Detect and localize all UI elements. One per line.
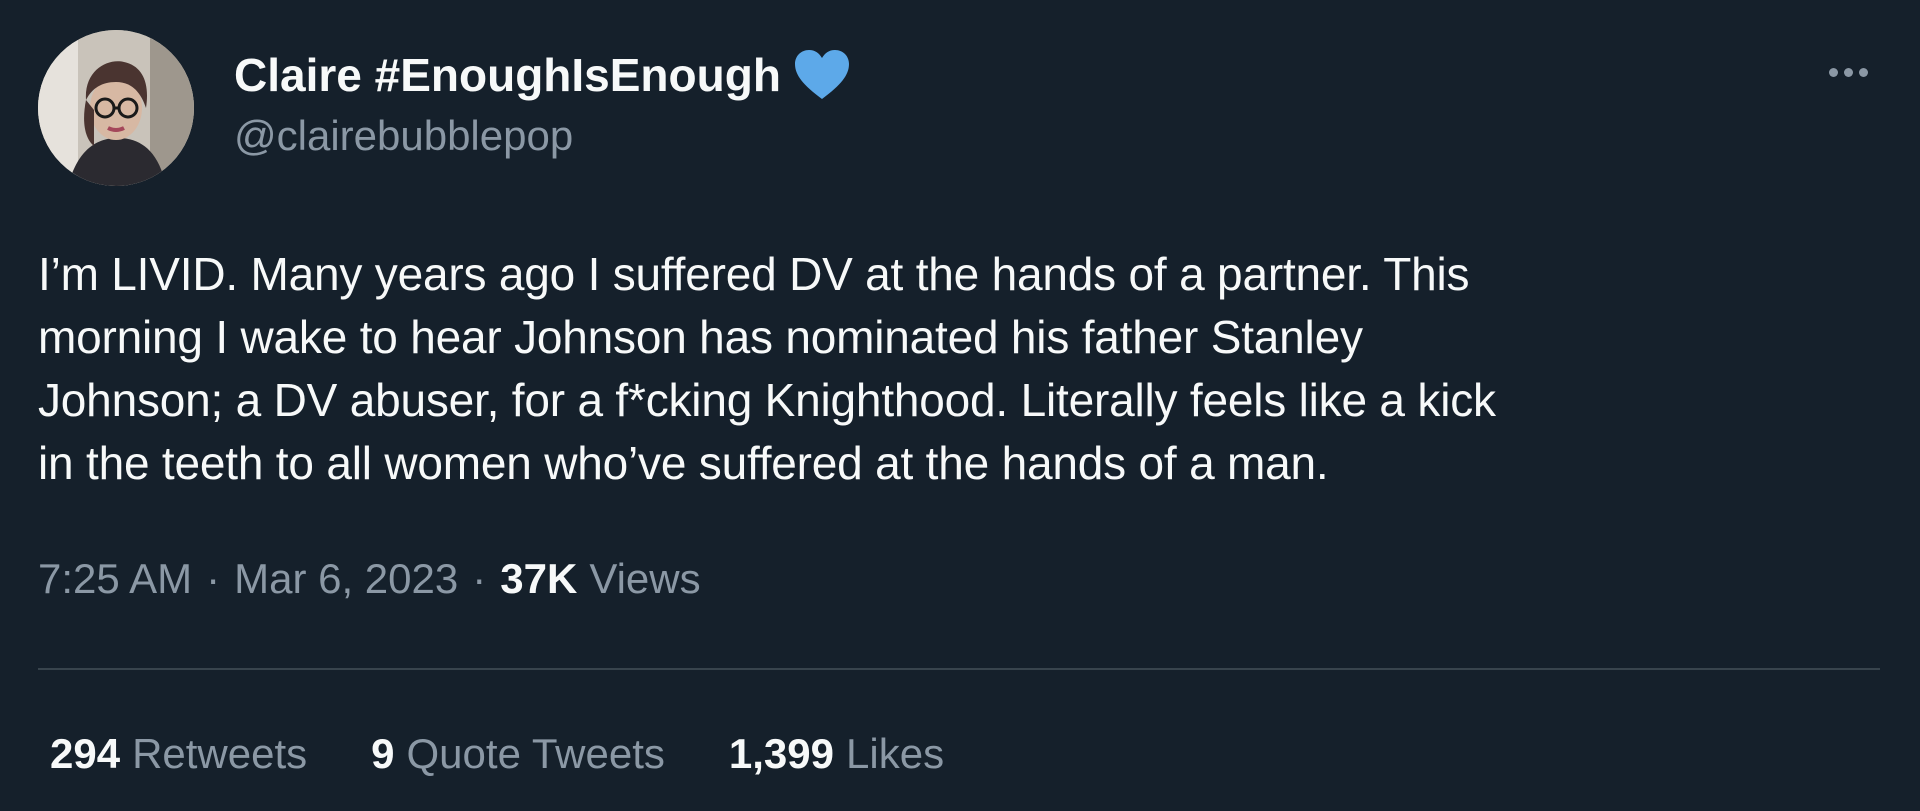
- meta-separator: ·: [206, 555, 221, 602]
- avatar[interactable]: [38, 30, 194, 186]
- retweets-stat[interactable]: 294 Retweets: [50, 730, 307, 778]
- likes-label: Likes: [846, 730, 945, 777]
- display-name[interactable]: Claire #EnoughIsEnough: [234, 48, 781, 102]
- tweet-text: I’m LIVID. Many years ago I suffered DV …: [38, 248, 1496, 489]
- retweets-count: 294: [50, 730, 121, 777]
- tweet-detail: Claire #EnoughIsEnough @clairebubblepop …: [0, 0, 1920, 811]
- retweets-label: Retweets: [132, 730, 308, 777]
- views-count: 37K: [500, 555, 578, 602]
- likes-stat[interactable]: 1,399 Likes: [729, 730, 944, 778]
- views-label: Views: [589, 555, 701, 602]
- quote-tweets-count: 9: [371, 730, 395, 777]
- tweet-meta: 7:25 AM · Mar 6, 2023 · 37K Views: [38, 555, 701, 603]
- more-dot-icon: [1843, 67, 1853, 77]
- more-dot-icon: [1828, 67, 1838, 77]
- user-handle[interactable]: @clairebubblepop: [234, 112, 851, 160]
- tweet-time[interactable]: 7:25 AM: [38, 555, 192, 603]
- meta-separator: ·: [472, 555, 487, 602]
- blue-heart-icon: [793, 49, 851, 101]
- tweet-date[interactable]: Mar 6, 2023: [234, 555, 458, 603]
- tweet-header: Claire #EnoughIsEnough @clairebubblepop: [234, 44, 851, 160]
- quote-tweets-label: Quote Tweets: [406, 730, 665, 777]
- quote-tweets-stat[interactable]: 9 Quote Tweets: [371, 730, 665, 778]
- more-options-button[interactable]: [1818, 52, 1878, 92]
- more-dot-icon: [1858, 67, 1868, 77]
- engagement-stats: 294 Retweets 9 Quote Tweets 1,399 Likes: [50, 730, 1008, 778]
- divider: [38, 668, 1880, 670]
- avatar-image: [38, 30, 194, 186]
- likes-count: 1,399: [728, 730, 835, 777]
- name-row: Claire #EnoughIsEnough: [234, 44, 851, 106]
